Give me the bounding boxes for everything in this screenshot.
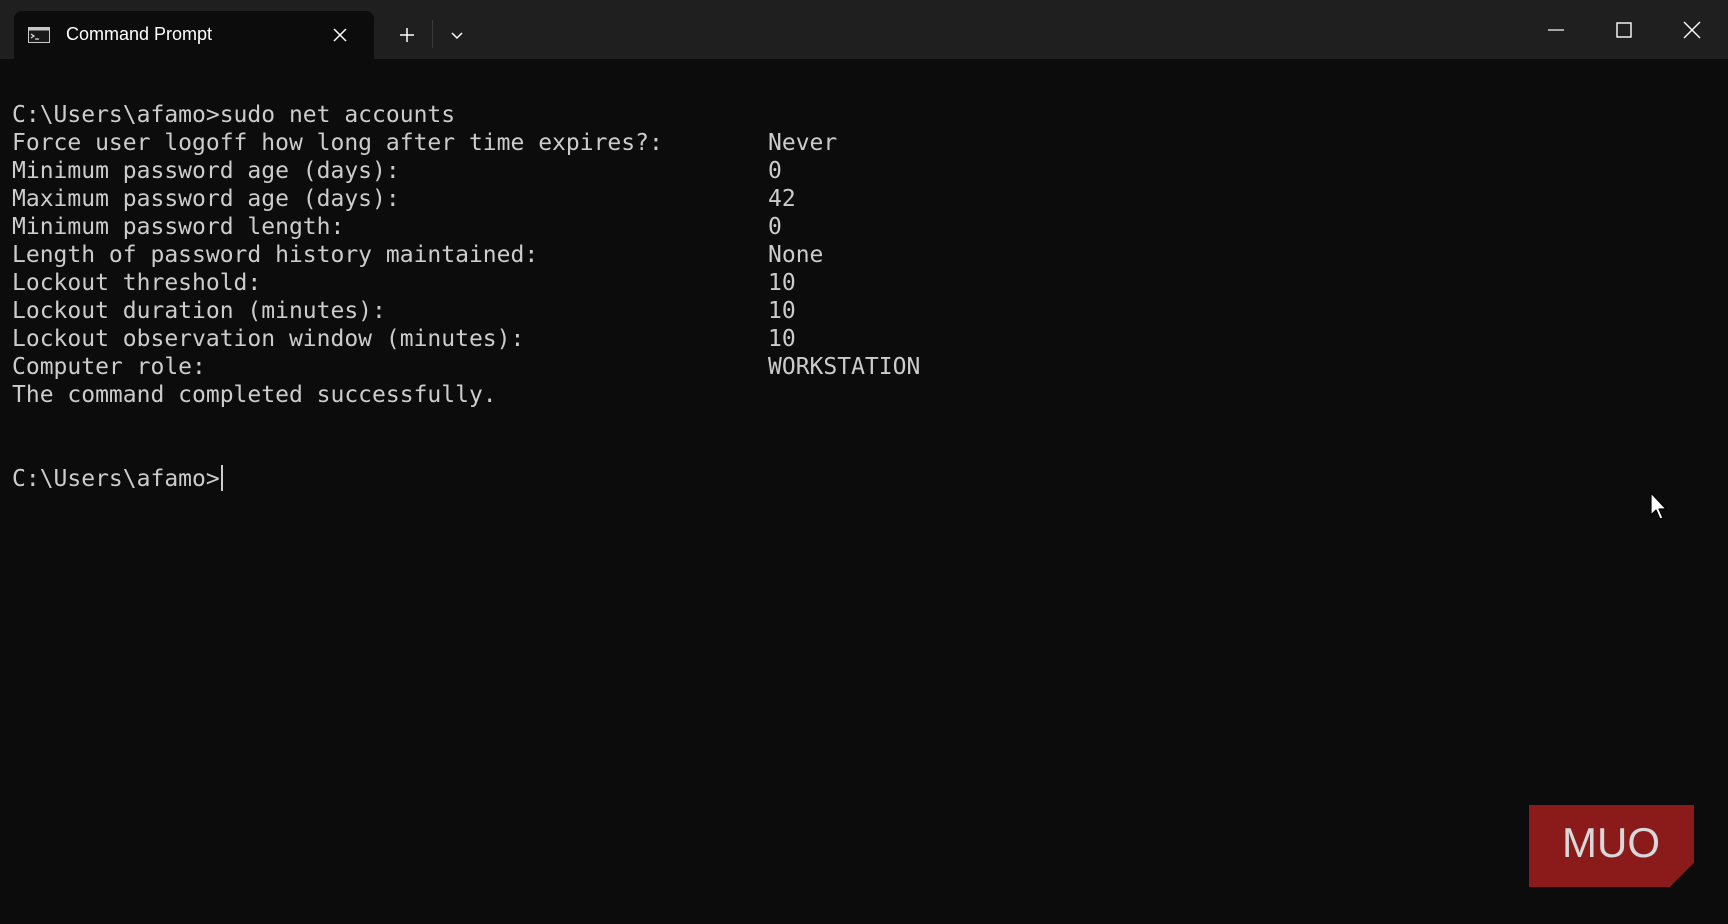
terminal-icon	[28, 27, 50, 43]
setting-label: Force user logoff how long after time ex…	[12, 130, 663, 156]
chevron-down-icon	[451, 32, 463, 40]
terminal-window: Command Prompt C:\Users\afamo>sudo net a…	[0, 0, 1728, 924]
tab-command-prompt[interactable]: Command Prompt	[14, 11, 374, 59]
status-message: The command completed successfully.	[12, 382, 497, 408]
setting-value: Never	[768, 130, 838, 156]
minimize-icon	[1548, 29, 1564, 31]
minimize-button[interactable]	[1522, 0, 1590, 59]
setting-value: 42	[768, 186, 796, 212]
setting-value: 0	[768, 158, 782, 184]
setting-label: Computer role:	[12, 354, 206, 380]
close-tab-button[interactable]	[330, 25, 350, 45]
setting-label: Length of password history maintained:	[12, 242, 539, 268]
new-tab-button[interactable]	[390, 19, 424, 51]
terminal-output[interactable]: C:\Users\afamo>sudo net accounts Force u…	[0, 59, 1728, 924]
close-window-button[interactable]	[1658, 0, 1726, 59]
setting-value: 10	[768, 298, 796, 324]
text-caret	[220, 465, 223, 491]
maximize-button[interactable]	[1590, 0, 1658, 59]
setting-label: Lockout duration (minutes):	[12, 298, 386, 324]
setting-label: Maximum password age (days):	[12, 186, 400, 212]
logo-text: MUO	[1562, 819, 1660, 866]
setting-value: 10	[768, 270, 796, 296]
mouse-pointer-icon	[1650, 492, 1670, 522]
close-icon	[1683, 21, 1701, 39]
setting-value: 0	[768, 214, 782, 240]
muo-logo: MUO	[1529, 805, 1694, 887]
setting-label: Minimum password age (days):	[12, 158, 400, 184]
prompt-line[interactable]: C:\Users\afamo>	[12, 465, 223, 493]
setting-value: 10	[768, 326, 796, 352]
close-icon	[333, 28, 347, 42]
title-bar: Command Prompt	[0, 0, 1728, 59]
tab-divider	[432, 20, 433, 48]
maximize-icon	[1616, 22, 1632, 38]
tab-dropdown-button[interactable]	[440, 19, 474, 51]
tab-title: Command Prompt	[66, 24, 213, 44]
setting-label: Lockout threshold:	[12, 270, 262, 296]
plus-icon	[400, 28, 414, 42]
setting-label: Lockout observation window (minutes):	[12, 326, 525, 352]
command-line: C:\Users\afamo>sudo net accounts	[12, 102, 456, 128]
prompt-text: C:\Users\afamo>	[12, 466, 220, 492]
setting-value: WORKSTATION	[768, 354, 921, 380]
setting-label: Minimum password length:	[12, 214, 345, 240]
setting-value: None	[768, 242, 824, 268]
